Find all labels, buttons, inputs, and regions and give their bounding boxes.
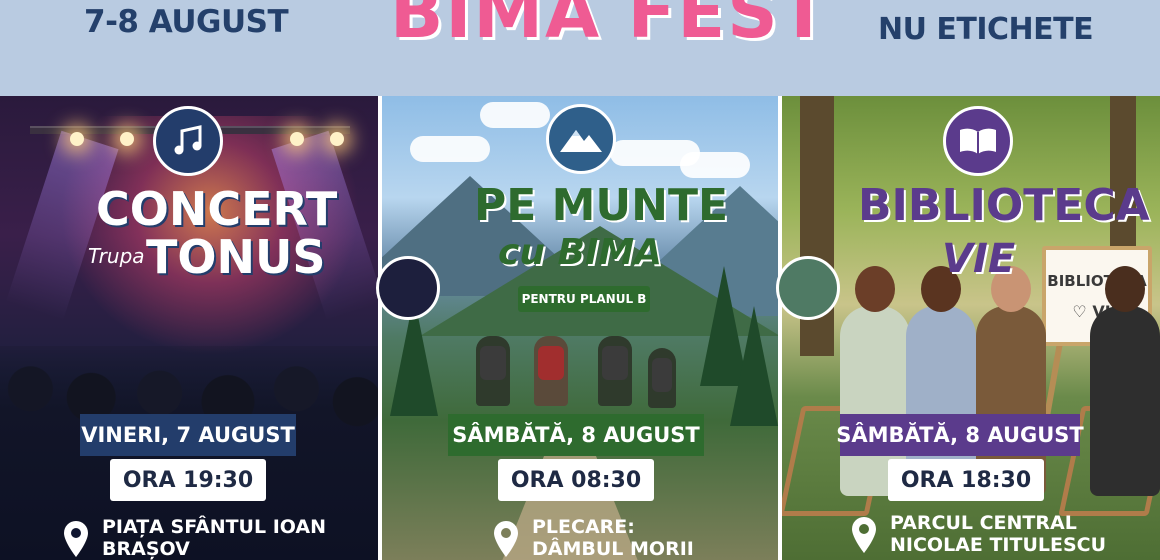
hiker — [648, 348, 676, 408]
reading-person — [1090, 266, 1160, 496]
hiker — [598, 336, 632, 406]
mountain-location-line2: DÂMBUL MORII — [532, 538, 694, 560]
open-book-icon — [943, 106, 1013, 176]
mountain-location-line1: PLECARE: — [532, 516, 635, 538]
location-pin-icon — [494, 521, 518, 557]
concert-day: VINERI, 7 AUGUST — [80, 414, 296, 456]
location-pin-icon — [64, 521, 88, 557]
mountain-location: PLECARE: DÂMBUL MORII — [492, 516, 694, 560]
top-banner: 7-8 AUGUST BIMA FEST NU ETICHETE — [0, 0, 1160, 96]
cloud — [480, 102, 550, 128]
stage-spotlight — [70, 132, 84, 146]
mountain-time: ORA 08:30 — [498, 459, 654, 501]
hiker — [534, 336, 568, 406]
concert-location: PIAȚA SFÂNTUL IOAN BRAȘOV — [62, 516, 326, 560]
mountain-badge: PENTRU PLANUL B — [518, 286, 650, 312]
library-location: PARCUL CENTRAL NICOLAE TITULESCU — [850, 512, 1106, 556]
cloud — [410, 136, 490, 162]
mountain-title: PE MUNTE — [474, 180, 729, 231]
library-title: BIBLIOTECA — [858, 180, 1150, 231]
mountain-subtitle: cu BIMA — [498, 232, 663, 273]
concert-time: ORA 19:30 — [110, 459, 266, 501]
puzzle-knob — [376, 256, 440, 320]
cloud — [680, 152, 750, 178]
festival-slogan: NU ETICHETE — [878, 12, 1094, 47]
library-location-line1: PARCUL CENTRAL — [890, 512, 1077, 534]
puzzle-edge — [778, 96, 782, 560]
festival-title: BIMA FEST — [390, 0, 830, 54]
band-name: TONUS — [146, 230, 326, 284]
stage-spotlight — [290, 132, 304, 146]
library-location-line2: NICOLAE TITULESCU — [890, 534, 1107, 556]
library-subtitle: VIE — [942, 236, 1016, 282]
concert-title: CONCERT — [96, 182, 338, 236]
festival-dates: 7-8 AUGUST — [84, 4, 289, 40]
stage-spotlight — [330, 132, 344, 146]
puzzle-edge — [378, 96, 382, 560]
pine-tree — [730, 306, 778, 426]
stage-spotlight — [120, 132, 134, 146]
mountain-day: SÂMBĂTĂ, 8 AUGUST — [448, 414, 704, 456]
puzzle-knob — [776, 256, 840, 320]
concert-location-line1: PIAȚA SFÂNTUL IOAN — [102, 516, 327, 538]
library-day: SÂMBĂTĂ, 8 AUGUST — [836, 414, 1084, 456]
music-note-icon — [153, 106, 223, 176]
mountain-icon — [546, 104, 616, 174]
concert-subtitle: Trupa — [88, 244, 145, 268]
library-time: ORA 18:30 — [888, 459, 1044, 501]
concert-location-line2: BRAȘOV — [102, 538, 190, 560]
hiker — [476, 336, 510, 406]
location-pin-icon — [852, 517, 876, 553]
